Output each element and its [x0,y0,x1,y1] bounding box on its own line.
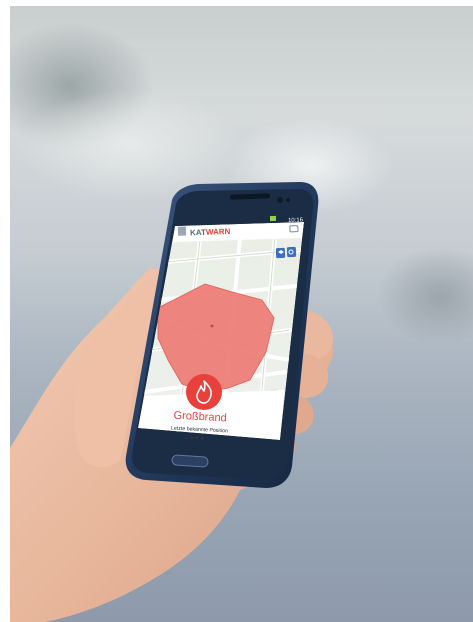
layers-icon[interactable] [275,247,286,259]
logo-kat: KAT [190,228,206,238]
photo-scene: KATWARN 10:16 Großbrand Letzte bekannte … [0,0,473,622]
svg-text:KATWARN: KATWARN [190,227,231,237]
logo-warn: WARN [206,227,231,237]
phone-screen [138,222,304,440]
status-time: 10:16 [288,218,304,225]
phone-illustration: KATWARN 10:16 Großbrand Letzte bekannte … [10,182,334,622]
battery-icon [269,215,277,222]
locate-icon[interactable] [286,246,297,258]
fire-alert-button[interactable] [186,374,222,410]
menu-icon[interactable] [177,226,187,236]
